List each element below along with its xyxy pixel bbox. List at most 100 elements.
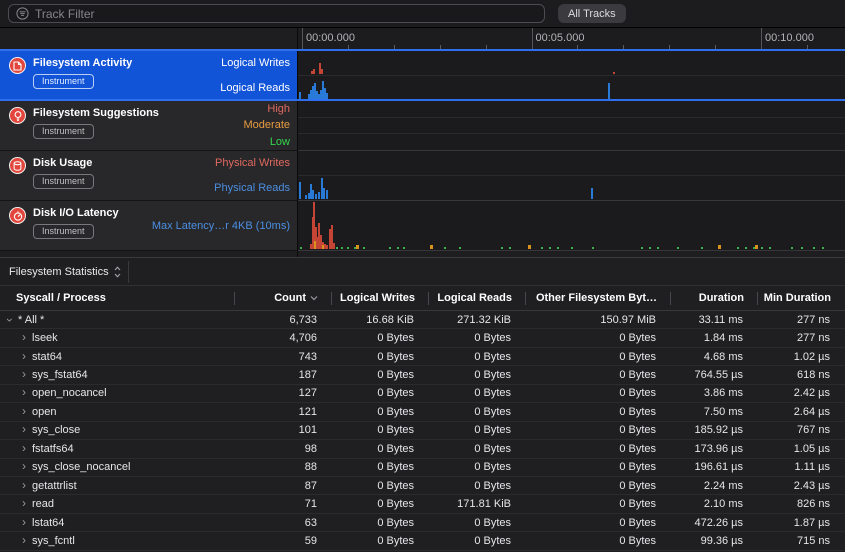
table-row-read[interactable]: ›read710 Bytes171.81 KiB0 Bytes2.10 ms82… bbox=[0, 495, 845, 513]
value-cell: 0 Bytes bbox=[332, 440, 429, 457]
column-header-duration[interactable]: Duration bbox=[671, 286, 758, 310]
data-dot-green bbox=[769, 247, 771, 249]
value-cell: 743 bbox=[235, 348, 332, 365]
cell-value: 0 Bytes bbox=[474, 406, 511, 418]
cell-value: 826 ns bbox=[797, 498, 830, 510]
table-row-lseek[interactable]: ›lseek4,7060 Bytes0 Bytes0 Bytes1.84 ms2… bbox=[0, 329, 845, 347]
data-dot-green bbox=[791, 247, 793, 249]
cell-value: 185.92 µs bbox=[694, 424, 743, 436]
track-row-filesystem-suggestions[interactable]: Filesystem SuggestionsInstrumentHighMode… bbox=[0, 101, 297, 151]
cell-value: 0 Bytes bbox=[377, 517, 414, 529]
all-tracks-button[interactable]: All Tracks bbox=[558, 4, 626, 23]
lightbulb-icon bbox=[9, 107, 26, 124]
table-row-sys-close[interactable]: ›sys_close1010 Bytes0 Bytes0 Bytes185.92… bbox=[0, 422, 845, 440]
track-row-disk-i-o-latency[interactable]: Disk I/O LatencyInstrumentMax Latency…r … bbox=[0, 201, 297, 251]
disclosure-collapsed-icon[interactable]: › bbox=[22, 459, 26, 473]
table-row-lstat64[interactable]: ›lstat64630 Bytes0 Bytes0 Bytes472.26 µs… bbox=[0, 514, 845, 532]
ruler-time-label: 00:00.000 bbox=[306, 32, 355, 44]
table-row-sys-close-nocancel[interactable]: ›sys_close_nocancel880 Bytes0 Bytes0 Byt… bbox=[0, 459, 845, 477]
cell-value: 743 bbox=[299, 351, 317, 363]
cell-value: 0 Bytes bbox=[377, 351, 414, 363]
data-dot-green bbox=[801, 247, 803, 249]
cell-value: 0 Bytes bbox=[619, 424, 656, 436]
track-area: 00:00.00000:05.00000:10.000 Filesystem A… bbox=[0, 28, 845, 257]
syscall-name: open_nocancel bbox=[32, 387, 107, 399]
cell-value: 1.11 µs bbox=[795, 461, 831, 473]
disclosure-collapsed-icon[interactable]: › bbox=[22, 385, 26, 399]
track-filter-input[interactable]: Track Filter bbox=[8, 4, 545, 23]
table-row-open[interactable]: ›open1210 Bytes0 Bytes0 Bytes7.50 ms2.64… bbox=[0, 403, 845, 421]
disclosure-collapsed-icon[interactable]: › bbox=[22, 441, 26, 455]
syscall-cell: › sys_close bbox=[0, 422, 235, 439]
cell-value: 33.11 ms bbox=[699, 314, 743, 326]
track-graph-filesystem-activity[interactable] bbox=[298, 51, 845, 101]
syscall-name: open bbox=[32, 406, 56, 418]
instrument-badge: Instrument bbox=[33, 174, 94, 189]
value-cell: 2.64 µs bbox=[758, 403, 845, 420]
disclosure-collapsed-icon[interactable]: › bbox=[22, 349, 26, 363]
value-cell: 127 bbox=[235, 385, 332, 402]
disclosure-collapsed-icon[interactable]: › bbox=[22, 330, 26, 344]
data-bar-orange bbox=[322, 245, 324, 249]
track-row-filesystem-activity[interactable]: Filesystem ActivityInstrumentLogical Wri… bbox=[0, 51, 297, 101]
data-bar bbox=[318, 192, 320, 199]
value-cell: 618 ns bbox=[758, 366, 845, 383]
column-header-other-filesystem-byt[interactable]: Other Filesystem Byt… bbox=[526, 286, 671, 310]
value-cell: 33.11 ms bbox=[671, 311, 758, 328]
column-header-logical-reads[interactable]: Logical Reads bbox=[429, 286, 526, 310]
table-row-getattrlist[interactable]: ›getattrlist870 Bytes0 Bytes0 Bytes2.24 … bbox=[0, 477, 845, 495]
table-row-sys-fstat64[interactable]: ›sys_fstat641870 Bytes0 Bytes0 Bytes764.… bbox=[0, 366, 845, 384]
data-dot-orange bbox=[755, 245, 758, 249]
cell-value: 0 Bytes bbox=[619, 332, 656, 344]
value-cell: 1.02 µs bbox=[758, 348, 845, 365]
track-graph-filesystem-suggestions[interactable] bbox=[298, 101, 845, 151]
cell-value: 71 bbox=[305, 498, 317, 510]
statistics-selector[interactable]: Filesystem Statistics bbox=[9, 266, 121, 278]
cell-value: 0 Bytes bbox=[619, 351, 656, 363]
column-header-min-duration[interactable]: Min Duration bbox=[758, 286, 845, 310]
data-bar bbox=[312, 190, 314, 199]
panel-divider[interactable] bbox=[297, 28, 298, 257]
ruler-time-label: 00:10.000 bbox=[765, 32, 814, 44]
value-cell: 0 Bytes bbox=[332, 422, 429, 439]
instrument-badge: Instrument bbox=[33, 224, 94, 239]
value-cell: 0 Bytes bbox=[526, 403, 671, 420]
data-dot-green bbox=[347, 247, 349, 249]
column-header-syscall-process[interactable]: Syscall / Process bbox=[0, 286, 235, 310]
column-header-logical-writes[interactable]: Logical Writes bbox=[332, 286, 429, 310]
syscall-name: lstat64 bbox=[32, 517, 64, 529]
table-row-sys-fcntl[interactable]: ›sys_fcntl590 Bytes0 Bytes0 Bytes99.36 µ… bbox=[0, 532, 845, 550]
track-graph-disk-i-o-latency[interactable] bbox=[298, 201, 845, 251]
column-header-count[interactable]: Count bbox=[235, 286, 332, 310]
disclosure-collapsed-icon[interactable]: › bbox=[22, 422, 26, 436]
disclosure-expanded-icon[interactable]: › bbox=[3, 318, 17, 322]
syscall-name: sys_close_nocancel bbox=[32, 461, 130, 473]
timeline-ruler[interactable]: 00:00.00000:05.00000:10.000 bbox=[298, 28, 845, 49]
value-cell: 1.11 µs bbox=[758, 459, 845, 476]
graph-lane-low bbox=[298, 134, 845, 150]
disclosure-collapsed-icon[interactable]: › bbox=[22, 496, 26, 510]
table-row-all[interactable]: ›* All *6,73316.68 KiB271.32 KiB150.97 M… bbox=[0, 311, 845, 329]
syscall-name: lseek bbox=[32, 332, 58, 344]
track-title: Filesystem Suggestions bbox=[33, 107, 159, 119]
table-row-fstatfs64[interactable]: ›fstatfs64980 Bytes0 Bytes0 Bytes173.96 … bbox=[0, 440, 845, 458]
cell-value: 196.61 µs bbox=[694, 461, 743, 473]
disclosure-collapsed-icon[interactable]: › bbox=[22, 478, 26, 492]
data-bar bbox=[333, 243, 335, 249]
cell-value: 0 Bytes bbox=[619, 480, 656, 492]
disclosure-collapsed-icon[interactable]: › bbox=[22, 533, 26, 547]
table-row-stat64[interactable]: ›stat647430 Bytes0 Bytes0 Bytes4.68 ms1.… bbox=[0, 348, 845, 366]
cell-value: 472.26 µs bbox=[694, 517, 743, 529]
value-cell: 173.96 µs bbox=[671, 440, 758, 457]
syscall-name: sys_close bbox=[32, 424, 80, 436]
table-row-open-nocancel[interactable]: ›open_nocancel1270 Bytes0 Bytes0 Bytes3.… bbox=[0, 385, 845, 403]
track-row-disk-usage[interactable]: Disk UsageInstrumentPhysical WritesPhysi… bbox=[0, 151, 297, 201]
track-graph-disk-usage[interactable] bbox=[298, 151, 845, 201]
syscall-cell: ›sys_fcntl bbox=[0, 532, 235, 549]
disclosure-collapsed-icon[interactable]: › bbox=[22, 404, 26, 418]
cell-value: 618 ns bbox=[797, 369, 830, 381]
disclosure-collapsed-icon[interactable]: › bbox=[22, 515, 26, 529]
cell-value: 87 bbox=[305, 480, 317, 492]
syscall-name: read bbox=[32, 498, 54, 510]
disclosure-collapsed-icon[interactable]: › bbox=[22, 367, 26, 381]
